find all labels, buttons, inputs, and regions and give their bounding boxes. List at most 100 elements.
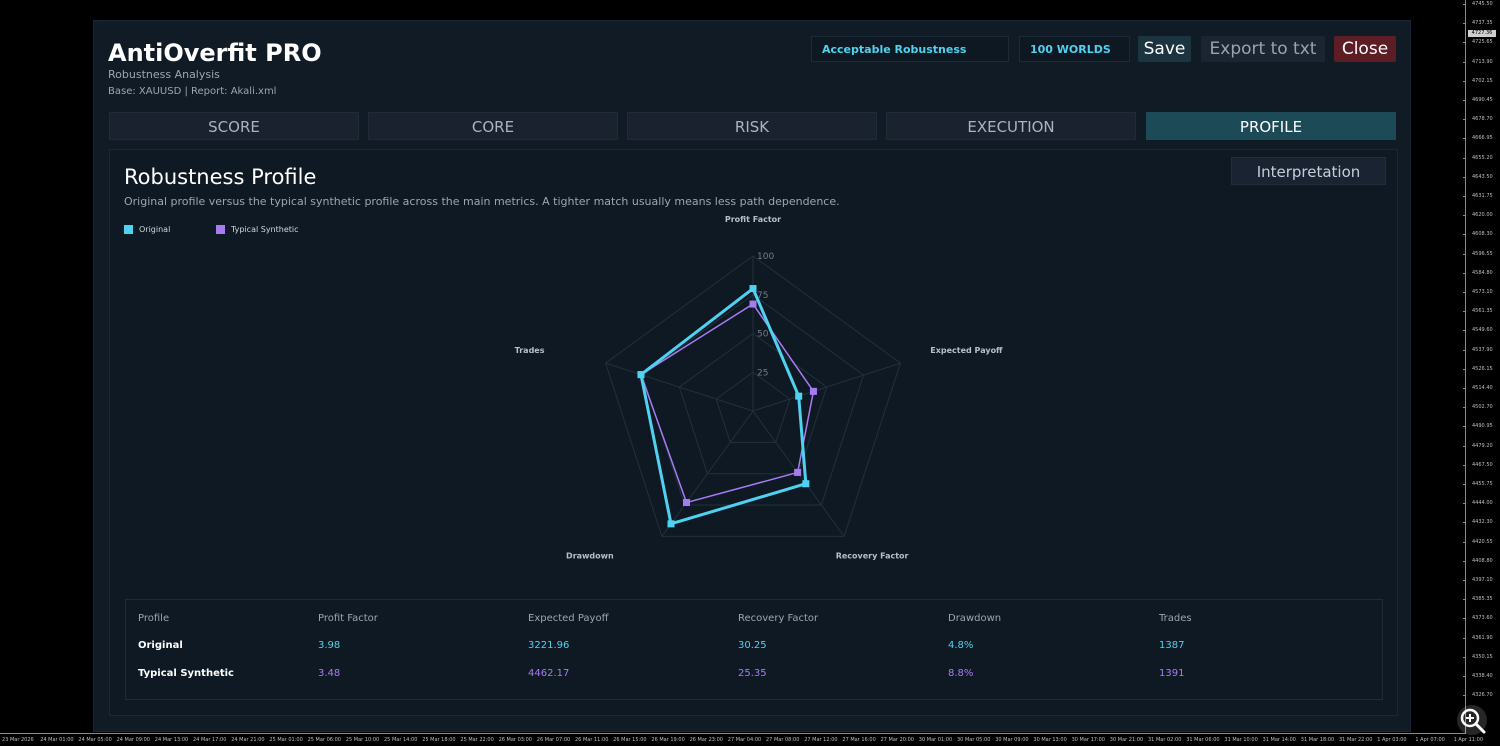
time-label: 26 Mar 23:00 — [689, 737, 723, 743]
price-label: 4420.55 — [1472, 538, 1493, 545]
price-label: 4537.90 — [1472, 346, 1493, 353]
time-label: 30 Mar 01:00 — [918, 737, 953, 743]
price-tick — [1463, 272, 1466, 274]
price-tick — [1463, 4, 1466, 5]
price-label: 4725.65 — [1472, 39, 1493, 46]
time-label: 25 Mar 01:00 — [269, 737, 303, 743]
time-label: 27 Mar 20:00 — [880, 737, 914, 743]
report-meta: Base: XAUUSD | Report: Akali.xml — [108, 86, 277, 97]
price-label: 4408.80 — [1472, 557, 1493, 564]
price-label: 4561.35 — [1472, 308, 1493, 315]
radar-tick-label: 25 — [757, 368, 768, 378]
price-tick — [1463, 618, 1466, 620]
price-tick — [1463, 560, 1466, 562]
time-label: 26 Mar 07:00 — [536, 737, 571, 743]
time-label: 31 Mar 14:00 — [1262, 737, 1296, 743]
price-label: 4467.50 — [1472, 461, 1493, 468]
worlds-count-badge: 100 WORLDS — [1019, 36, 1130, 62]
antioverfit-dialog: AntiOverfit PRO Robustness Analysis Base… — [93, 20, 1411, 732]
radar-point-original — [795, 392, 803, 400]
price-label: 4596.55 — [1472, 250, 1493, 257]
price-label: 4514.40 — [1472, 385, 1493, 391]
price-label: 4678.70 — [1472, 116, 1493, 123]
price-label: 4737.35 — [1472, 20, 1493, 27]
current-price-label: 4727.36 — [1468, 30, 1496, 37]
price-tick — [1463, 503, 1466, 505]
radar-chart: 255075100Profit FactorExpected PayoffRec… — [515, 215, 1003, 560]
close-button[interactable]: Close — [1334, 36, 1396, 62]
price-tick — [1463, 541, 1466, 543]
tab-risk[interactable]: RISK — [627, 112, 877, 140]
tab-execution[interactable]: EXECUTION — [886, 112, 1136, 140]
price-tick — [1463, 215, 1466, 217]
price-label: 4702.15 — [1472, 77, 1493, 84]
price-tick — [1463, 100, 1466, 101]
table-header-profile: Profile — [138, 613, 170, 624]
price-label: 4455.75 — [1472, 481, 1493, 487]
radar-point-original — [637, 371, 645, 379]
price-label: 4444.00 — [1472, 500, 1493, 507]
price-tick — [1463, 157, 1466, 159]
price-tick — [1463, 599, 1466, 601]
time-label: 25 Mar 22:00 — [460, 737, 494, 743]
radar-spoke — [752, 362, 901, 412]
price-tick — [1463, 292, 1466, 293]
price-label: 4713.90 — [1472, 58, 1493, 65]
price-tick — [1463, 656, 1466, 658]
profile-summary-table: Profile Profit Factor Expected Payoff Re… — [125, 599, 1383, 700]
tab-profile[interactable]: PROFILE — [1146, 112, 1396, 140]
price-label: 4373.60 — [1472, 615, 1493, 622]
radar-axis-label: Trades — [515, 346, 545, 355]
price-tick — [1463, 349, 1466, 351]
time-label: 27 Mar 08:00 — [766, 737, 800, 743]
save-button[interactable]: Save — [1138, 36, 1191, 62]
price-label: 4631.75 — [1472, 193, 1493, 199]
price-label: 4479.20 — [1472, 442, 1493, 449]
price-tick — [1463, 119, 1466, 121]
time-axis: 23 Mar 2026 24 Mar 01:00 24 Mar 05:00 24 Ma… — [0, 733, 1483, 746]
time-label: 24 Mar 09:00 — [116, 737, 150, 743]
tab-score[interactable]: SCORE — [109, 112, 359, 140]
price-tick — [1463, 484, 1466, 485]
price-tick — [1463, 196, 1466, 197]
price-tick — [1463, 42, 1466, 44]
export-txt-button[interactable]: Export to txt — [1201, 36, 1325, 62]
table-header-recovery-factor: Recovery Factor — [738, 613, 819, 624]
price-tick — [1463, 23, 1466, 25]
synthetic-expected-payoff: 4462.17 — [528, 668, 570, 679]
price-label: 4350.15 — [1472, 653, 1493, 660]
time-label: 26 Mar 11:00 — [575, 737, 609, 743]
time-label: 26 Mar 19:00 — [651, 737, 685, 743]
price-tick — [1463, 368, 1466, 370]
original-profit-factor: 3.98 — [318, 640, 341, 651]
radar-axis-label: Expected Payoff — [930, 346, 1003, 355]
price-tick — [1463, 407, 1466, 409]
time-label: 25 Mar 18:00 — [422, 737, 456, 743]
price-label: 4573.10 — [1472, 289, 1493, 295]
price-tick — [1463, 426, 1466, 428]
time-label: 1 Apr 07:00 — [1415, 737, 1445, 743]
original-drawdown: 4.8% — [948, 640, 974, 651]
time-label: 27 Mar 12:00 — [804, 737, 838, 743]
price-label: 4397.10 — [1472, 577, 1493, 583]
price-label: 4526.15 — [1472, 365, 1493, 372]
price-label: 4490.95 — [1472, 423, 1493, 430]
row-label-original: Original — [138, 640, 183, 651]
radar-series-synthetic — [640, 303, 815, 504]
time-label: 27 Mar 04:00 — [727, 737, 762, 743]
time-label: 26 Mar 15:00 — [613, 737, 647, 743]
price-tick — [1463, 464, 1466, 466]
time-label: 26 Mar 03:00 — [498, 737, 532, 743]
magnifier-plus-icon[interactable] — [1456, 704, 1490, 738]
price-tick — [1463, 522, 1466, 524]
radar-axis-label: Profit Factor — [725, 215, 781, 224]
price-axis: 4745.50 4737.35 4725.65 4713.90 4702.15 4690.… — [1463, 0, 1500, 734]
radar-tick-label: 100 — [757, 252, 774, 262]
price-label: 4745.50 — [1472, 1, 1493, 7]
tab-core[interactable]: CORE — [368, 112, 618, 140]
price-label: 4385.35 — [1472, 596, 1493, 603]
time-label: 30 Mar 13:00 — [1033, 737, 1067, 743]
row-label-synthetic: Typical Synthetic — [138, 668, 234, 679]
app-subtitle: Robustness Analysis — [108, 68, 220, 81]
original-expected-payoff: 3221.96 — [528, 640, 570, 651]
